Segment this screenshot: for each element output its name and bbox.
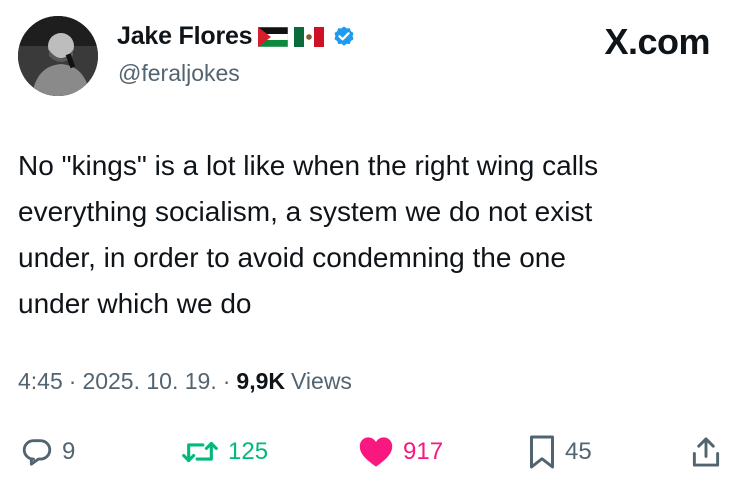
mexico-flag-icon	[294, 26, 325, 47]
author-display-name[interactable]: Jake Flores	[117, 22, 253, 51]
reply-count: 9	[62, 438, 76, 465]
repost-button[interactable]: 125	[180, 428, 268, 476]
views-label: Views	[291, 368, 352, 394]
bookmark-button[interactable]: 45	[527, 428, 592, 476]
reply-icon	[20, 435, 54, 469]
meta-separator: ·	[68, 368, 77, 394]
repost-icon	[180, 435, 220, 469]
meta-separator: ·	[222, 368, 231, 394]
palestine-flag-icon	[258, 26, 289, 47]
like-button[interactable]: 917	[357, 428, 443, 476]
repost-count: 125	[228, 438, 269, 465]
tweet-meta: 4:45 · 2025. 10. 19. · 9,9K Views	[18, 368, 352, 395]
tweet-date[interactable]: 2025. 10. 19.	[82, 368, 216, 395]
brand-logo: X.com	[604, 21, 710, 62]
bookmark-count: 45	[565, 438, 592, 465]
author-name-row: Jake Flores	[117, 22, 356, 51]
share-icon	[690, 434, 722, 470]
verified-badge-icon	[332, 25, 356, 49]
heart-icon	[357, 435, 395, 469]
tweet-time[interactable]: 4:45	[18, 368, 63, 395]
bookmark-icon	[527, 434, 557, 470]
author-handle[interactable]: @feraljokes	[118, 60, 240, 87]
avatar[interactable]	[18, 16, 98, 96]
avatar-photo	[18, 16, 98, 96]
action-bar: 9 125 917 45	[0, 428, 750, 476]
tweet-card: Jake Flores @feraljokes X.com No "kings"…	[0, 0, 750, 482]
views-count[interactable]: 9,9K	[236, 368, 285, 395]
share-button[interactable]	[690, 428, 722, 476]
reply-button[interactable]: 9	[20, 428, 75, 476]
like-count: 917	[403, 438, 444, 465]
tweet-text: No "kings" is a lot like when the right …	[18, 150, 599, 319]
